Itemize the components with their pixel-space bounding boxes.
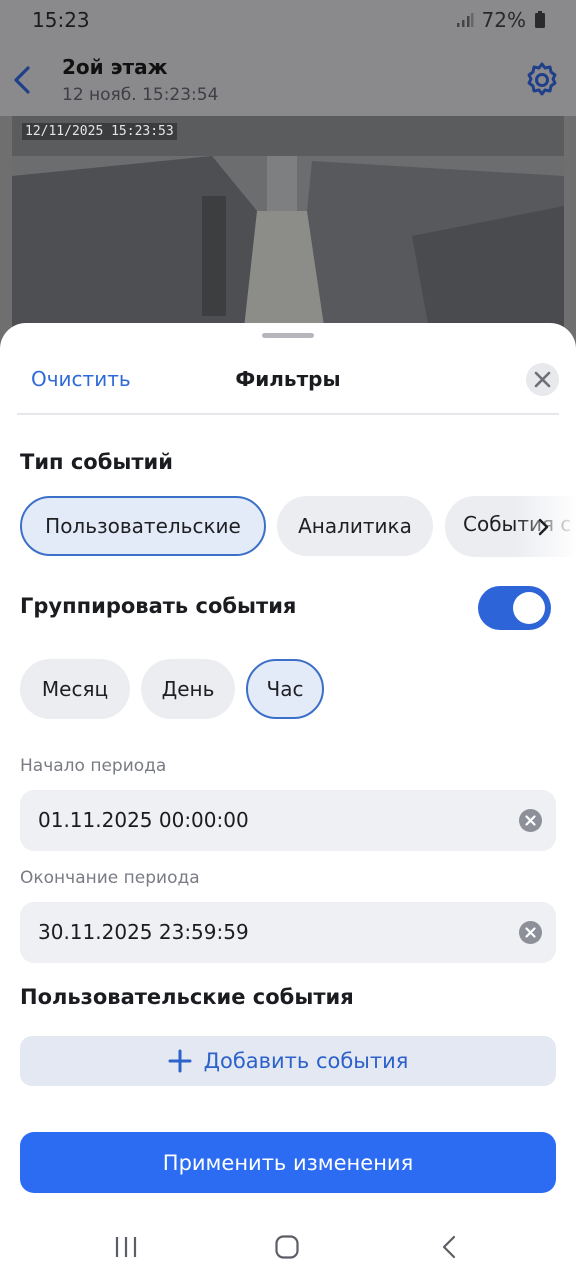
battery-percent: 72%	[481, 8, 526, 32]
end-period-label: Окончание периода	[20, 868, 200, 888]
apply-changes-label: Применить изменения	[162, 1150, 414, 1175]
signal-icon	[456, 13, 474, 27]
chevron-right-icon[interactable]	[532, 514, 554, 540]
nav-back-icon[interactable]	[437, 1234, 463, 1260]
plus-icon	[168, 1049, 192, 1073]
video-timestamp: 12/11/2025 15:23:53	[22, 123, 177, 140]
chip-month[interactable]: Месяц	[20, 659, 130, 719]
close-button[interactable]	[526, 363, 559, 396]
close-icon	[534, 371, 551, 388]
toggle-knob	[513, 592, 545, 624]
camera-video-frame[interactable]	[12, 116, 564, 346]
nav-recents-icon[interactable]	[113, 1234, 139, 1260]
chip-events-partial[interactable]: События с	[445, 496, 576, 557]
clear-end-button[interactable]	[519, 921, 542, 944]
add-events-button[interactable]: Добавить события	[20, 1036, 556, 1086]
apply-changes-button[interactable]: Применить изменения	[20, 1132, 556, 1193]
chip-analytics[interactable]: Аналитика	[277, 496, 433, 556]
back-icon[interactable]	[10, 58, 36, 102]
event-type-title: Тип событий	[20, 450, 173, 474]
clear-icon	[525, 927, 536, 938]
nav-home-icon[interactable]	[274, 1234, 300, 1260]
chip-day[interactable]: День	[141, 659, 235, 719]
camera-subtitle: 12 нояб. 15:23:54	[62, 85, 219, 105]
battery-icon	[535, 11, 545, 28]
start-period-label: Начало периода	[20, 756, 167, 776]
chip-custom-events[interactable]: Пользовательские	[20, 496, 266, 556]
gear-icon[interactable]	[522, 60, 562, 100]
end-period-value: 30.11.2025 23:59:59	[38, 920, 249, 944]
header-divider	[17, 413, 559, 415]
start-period-value: 01.11.2025 00:00:00	[38, 808, 249, 832]
user-events-title: Пользовательские события	[20, 985, 354, 1009]
sheet-drag-handle[interactable]	[262, 333, 314, 338]
status-time: 15:23	[32, 8, 90, 32]
clear-icon	[525, 815, 536, 826]
group-events-title: Группировать события	[20, 594, 297, 618]
clear-start-button[interactable]	[519, 809, 542, 832]
status-indicators: 72%	[456, 8, 546, 32]
camera-title: 2ой этаж	[62, 55, 168, 79]
clear-filters-button[interactable]: Очистить	[31, 367, 131, 391]
chip-hour[interactable]: Час	[246, 659, 324, 719]
add-events-label: Добавить события	[203, 1049, 409, 1073]
